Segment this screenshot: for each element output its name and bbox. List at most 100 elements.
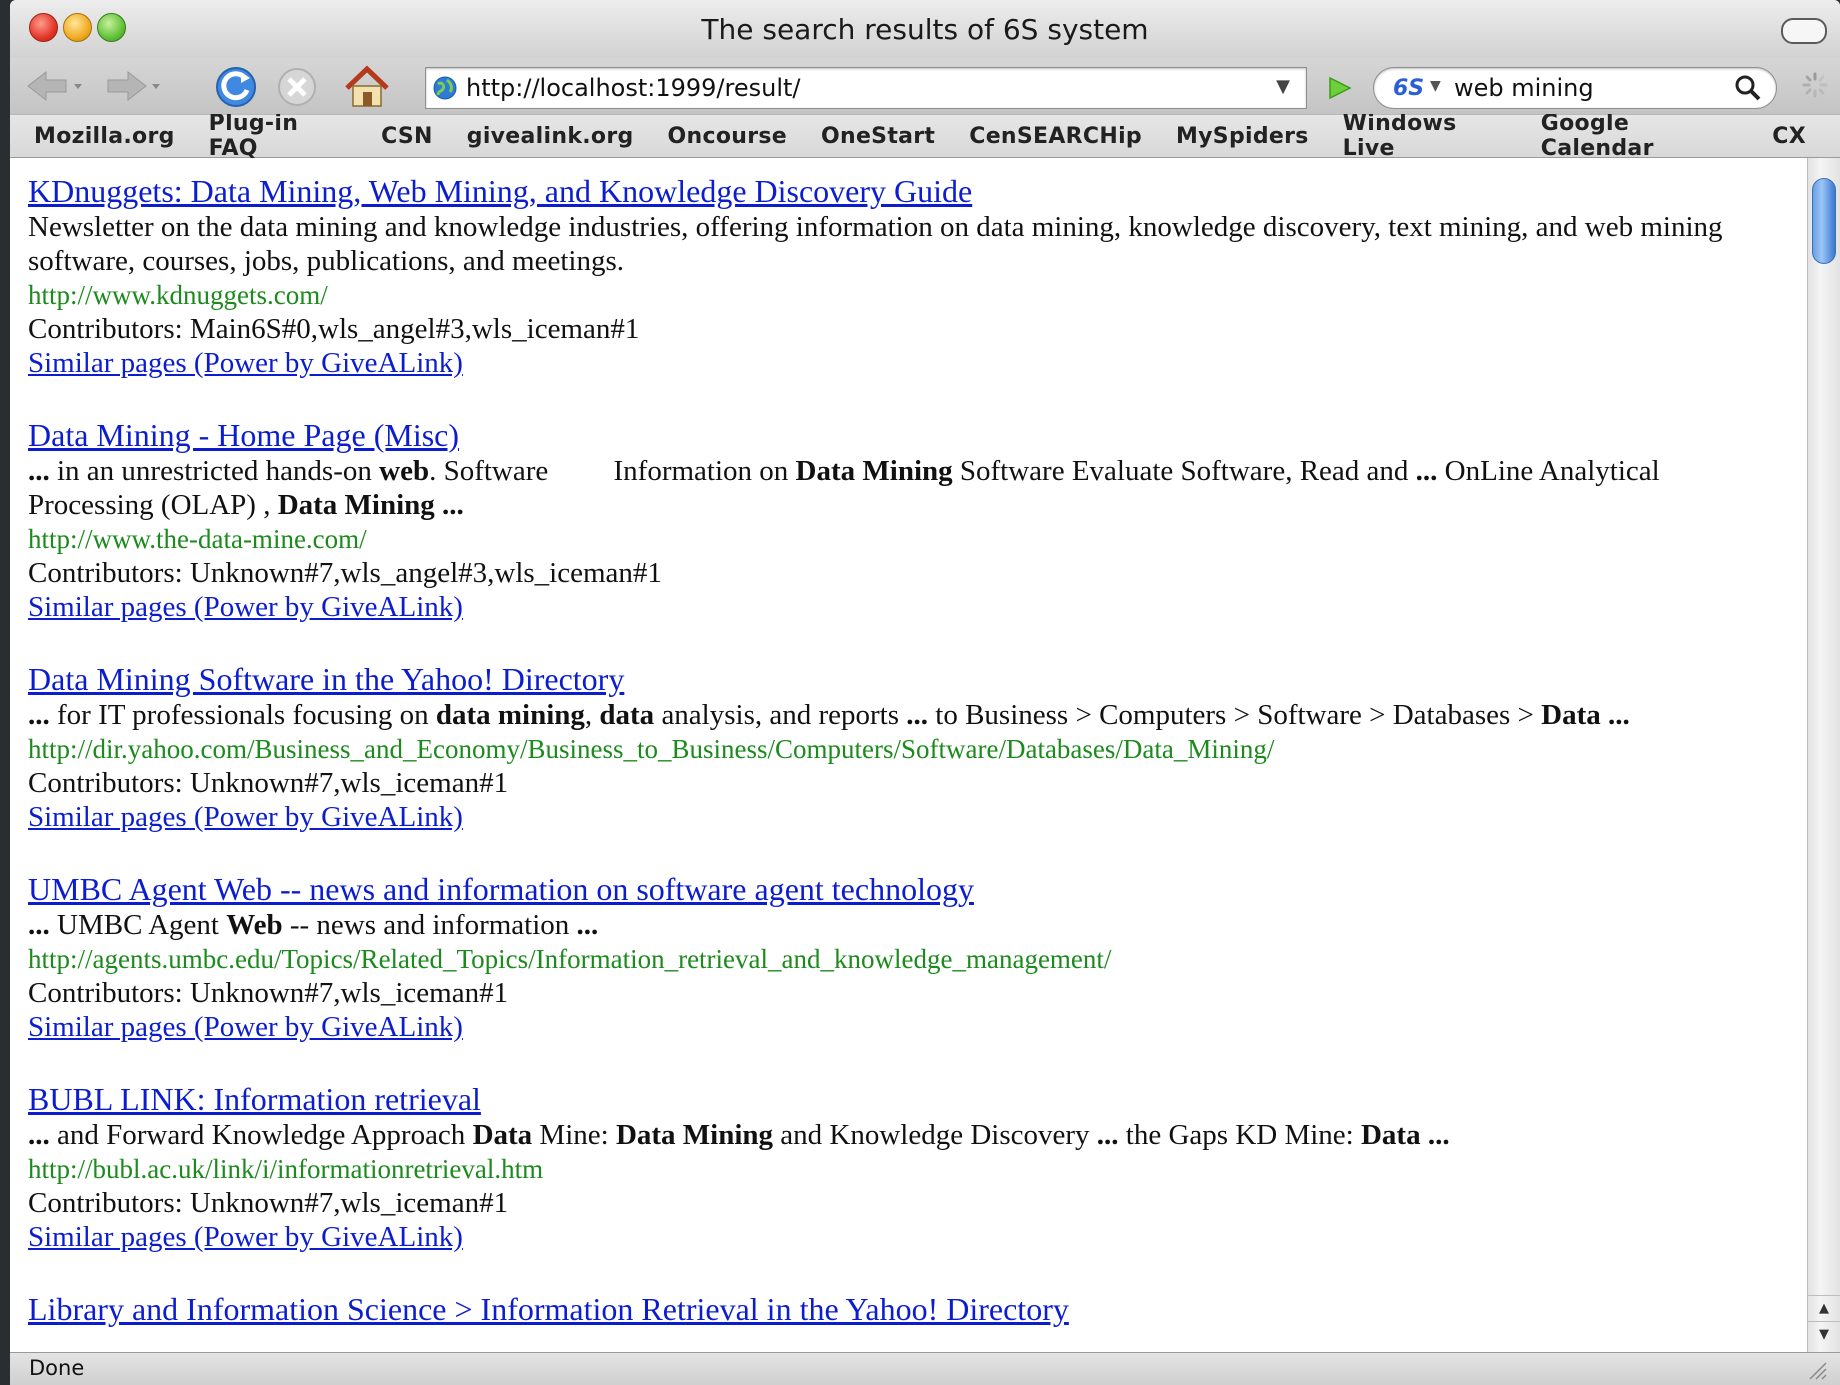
result-contributors: Contributors: Main6S#0,wls_angel#3,wls_i… xyxy=(28,313,640,345)
search-result: Library and Information Science > Inform… xyxy=(28,1290,1788,1328)
go-arrow-icon[interactable] xyxy=(1324,74,1354,102)
snippet-text: Newsletter on the data mining and knowle… xyxy=(28,211,1723,277)
result-contributors: Contributors: Unknown#7,wls_iceman#1 xyxy=(28,1187,509,1219)
result-title-link[interactable]: Data Mining - Home Page (Misc) xyxy=(28,416,1788,454)
result-title-link[interactable]: Library and Information Science > Inform… xyxy=(28,1290,1788,1328)
snippet-text: -- news and information xyxy=(282,909,577,941)
result-title-link[interactable]: BUBL LINK: Information retrieval xyxy=(28,1080,1788,1118)
snippet-highlight: Data Mining xyxy=(795,455,953,487)
scrollbar-thumb[interactable] xyxy=(1812,178,1836,264)
result-title-link[interactable]: UMBC Agent Web -- news and information o… xyxy=(28,870,1788,908)
spinner-icon xyxy=(1802,72,1828,98)
result-contributors: Contributors: Unknown#7,wls_angel#3,wls_… xyxy=(28,557,662,589)
result-snippet: ... in an unrestricted hands-on web. Sof… xyxy=(28,454,1788,522)
window-title: The search results of 6S system xyxy=(701,13,1149,46)
stop-icon[interactable] xyxy=(274,64,320,110)
snippet-text: for IT professionals focusing on xyxy=(49,699,436,731)
snippet-highlight: ... xyxy=(28,909,50,941)
search-result: Data Mining Software in the Yahoo! Direc… xyxy=(28,660,1788,834)
snippet-highlight: Data xyxy=(472,1119,533,1151)
snippet-text: the Gaps KD Mine: xyxy=(1118,1119,1361,1151)
snippet-highlight: ... xyxy=(576,909,599,941)
snippet-highlight: ... xyxy=(1415,455,1438,487)
magnifier-icon[interactable] xyxy=(1734,74,1762,102)
search-result: Data Mining - Home Page (Misc)... in an … xyxy=(28,416,1788,624)
similar-pages-link[interactable]: Similar pages (Power by GiveALink) xyxy=(28,590,1788,624)
search-input[interactable]: web mining xyxy=(1454,74,1594,102)
url-text[interactable]: http://localhost:1999/result/ xyxy=(466,74,801,102)
snippet-text: UMBC Agent xyxy=(49,909,227,941)
search-result: BUBL LINK: Information retrieval... and … xyxy=(28,1080,1788,1254)
browser-window: The search results of 6S system http://l… xyxy=(10,0,1840,1385)
result-url: http://www.the-data-mine.com/ xyxy=(28,524,367,554)
result-contributors: Contributors: Unknown#7,wls_iceman#1 xyxy=(28,977,509,1009)
search-engine-dropdown-icon[interactable]: ▼ xyxy=(1430,78,1441,94)
snippet-highlight: data xyxy=(599,699,655,731)
snippet-highlight: web xyxy=(379,455,430,487)
bookmark-google-calendar[interactable]: Google Calendar xyxy=(1541,111,1739,161)
title-bar: The search results of 6S system xyxy=(10,0,1840,58)
snippet-text: and Forward Knowledge Approach xyxy=(49,1119,473,1151)
snippet-highlight: ... xyxy=(28,1119,50,1151)
toolbar-toggle-button[interactable] xyxy=(1781,18,1827,44)
snippet-text: analysis, and reports xyxy=(654,699,907,731)
navigation-toolbar: http://localhost:1999/result/ ▼ 6S ▼ web… xyxy=(10,58,1840,114)
results-list: KDnuggets: Data Mining, Web Mining, and … xyxy=(10,158,1788,1328)
result-snippet: Newsletter on the data mining and knowle… xyxy=(28,210,1788,278)
bookmark-csn[interactable]: CSN xyxy=(381,124,433,149)
url-bar[interactable]: http://localhost:1999/result/ ▼ xyxy=(425,67,1352,109)
similar-pages-link[interactable]: Similar pages (Power by GiveALink) xyxy=(28,1010,1788,1044)
status-text: Done xyxy=(29,1356,85,1380)
snippet-highlight: Web xyxy=(226,909,283,941)
back-arrow-icon[interactable] xyxy=(20,64,86,108)
result-url: http://bubl.ac.uk/link/i/informationretr… xyxy=(28,1154,544,1184)
search-bar[interactable]: 6S ▼ web mining xyxy=(1373,67,1777,109)
snippet-highlight: Data Mining xyxy=(615,1119,774,1151)
bookmark-windows-live[interactable]: Windows Live xyxy=(1343,111,1507,161)
snippet-text: to Business > Computers > Software > Dat… xyxy=(928,699,1542,731)
snippet-highlight: ... xyxy=(1096,1119,1119,1151)
result-title-link[interactable]: Data Mining Software in the Yahoo! Direc… xyxy=(28,660,1788,698)
scroll-down-button[interactable]: ▼ xyxy=(1808,1321,1840,1348)
bookmark-myspiders[interactable]: MySpiders xyxy=(1176,124,1309,149)
result-url: http://www.kdnuggets.com/ xyxy=(28,280,328,310)
similar-pages-link[interactable]: Similar pages (Power by GiveALink) xyxy=(28,800,1788,834)
reload-icon[interactable] xyxy=(213,64,259,110)
result-url: http://dir.yahoo.com/Business_and_Econom… xyxy=(28,734,1275,764)
snippet-highlight: ... xyxy=(28,699,50,731)
bookmark-oncourse[interactable]: Oncourse xyxy=(668,124,787,149)
resize-grip-icon[interactable] xyxy=(1806,1359,1828,1381)
bookmark-censearchip[interactable]: CenSEARCHip xyxy=(969,124,1142,149)
globe-icon xyxy=(433,76,457,100)
similar-pages-link[interactable]: Similar pages (Power by GiveALink) xyxy=(28,346,1788,380)
snippet-highlight: Data Mining ... xyxy=(277,489,464,521)
result-title-link[interactable]: KDnuggets: Data Mining, Web Mining, and … xyxy=(28,172,1788,210)
snippet-highlight: Data ... xyxy=(1541,699,1630,731)
home-icon[interactable] xyxy=(343,64,391,110)
snippet-highlight: Data ... xyxy=(1360,1119,1450,1151)
vertical-scrollbar[interactable]: ▲ ▼ xyxy=(1807,158,1840,1352)
bookmark-plugin-faq[interactable]: Plug-in FAQ xyxy=(209,111,347,161)
bookmark-cx[interactable]: CX xyxy=(1772,124,1806,149)
result-snippet: ... for IT professionals focusing on dat… xyxy=(28,698,1788,732)
status-bar: Done xyxy=(10,1352,1840,1385)
result-snippet: ... and Forward Knowledge Approach Data … xyxy=(28,1118,1788,1152)
url-history-dropdown-icon[interactable]: ▼ xyxy=(1276,76,1290,97)
forward-arrow-icon[interactable] xyxy=(98,64,164,108)
snippet-text: , xyxy=(584,699,600,731)
result-contributors: Contributors: Unknown#7,wls_iceman#1 xyxy=(28,767,509,799)
result-url: http://agents.umbc.edu/Topics/Related_To… xyxy=(28,944,1112,974)
bookmark-mozilla[interactable]: Mozilla.org xyxy=(34,124,175,149)
snippet-text: Mine: xyxy=(532,1119,616,1151)
search-engine-label[interactable]: 6S xyxy=(1393,76,1424,101)
similar-pages-link[interactable]: Similar pages (Power by GiveALink) xyxy=(28,1220,1788,1254)
snippet-text: . Software Information on xyxy=(429,455,796,487)
search-result: UMBC Agent Web -- news and information o… xyxy=(28,870,1788,1044)
snippet-text: in an unrestricted hands-on xyxy=(49,455,380,487)
snippet-highlight: ... xyxy=(906,699,929,731)
snippet-highlight: data mining xyxy=(435,699,585,731)
bookmark-onestart[interactable]: OneStart xyxy=(821,124,935,149)
bookmark-givealink[interactable]: givealink.org xyxy=(467,124,634,149)
scroll-up-button[interactable]: ▲ xyxy=(1808,1295,1840,1322)
snippet-text: and Knowledge Discovery xyxy=(773,1119,1097,1151)
